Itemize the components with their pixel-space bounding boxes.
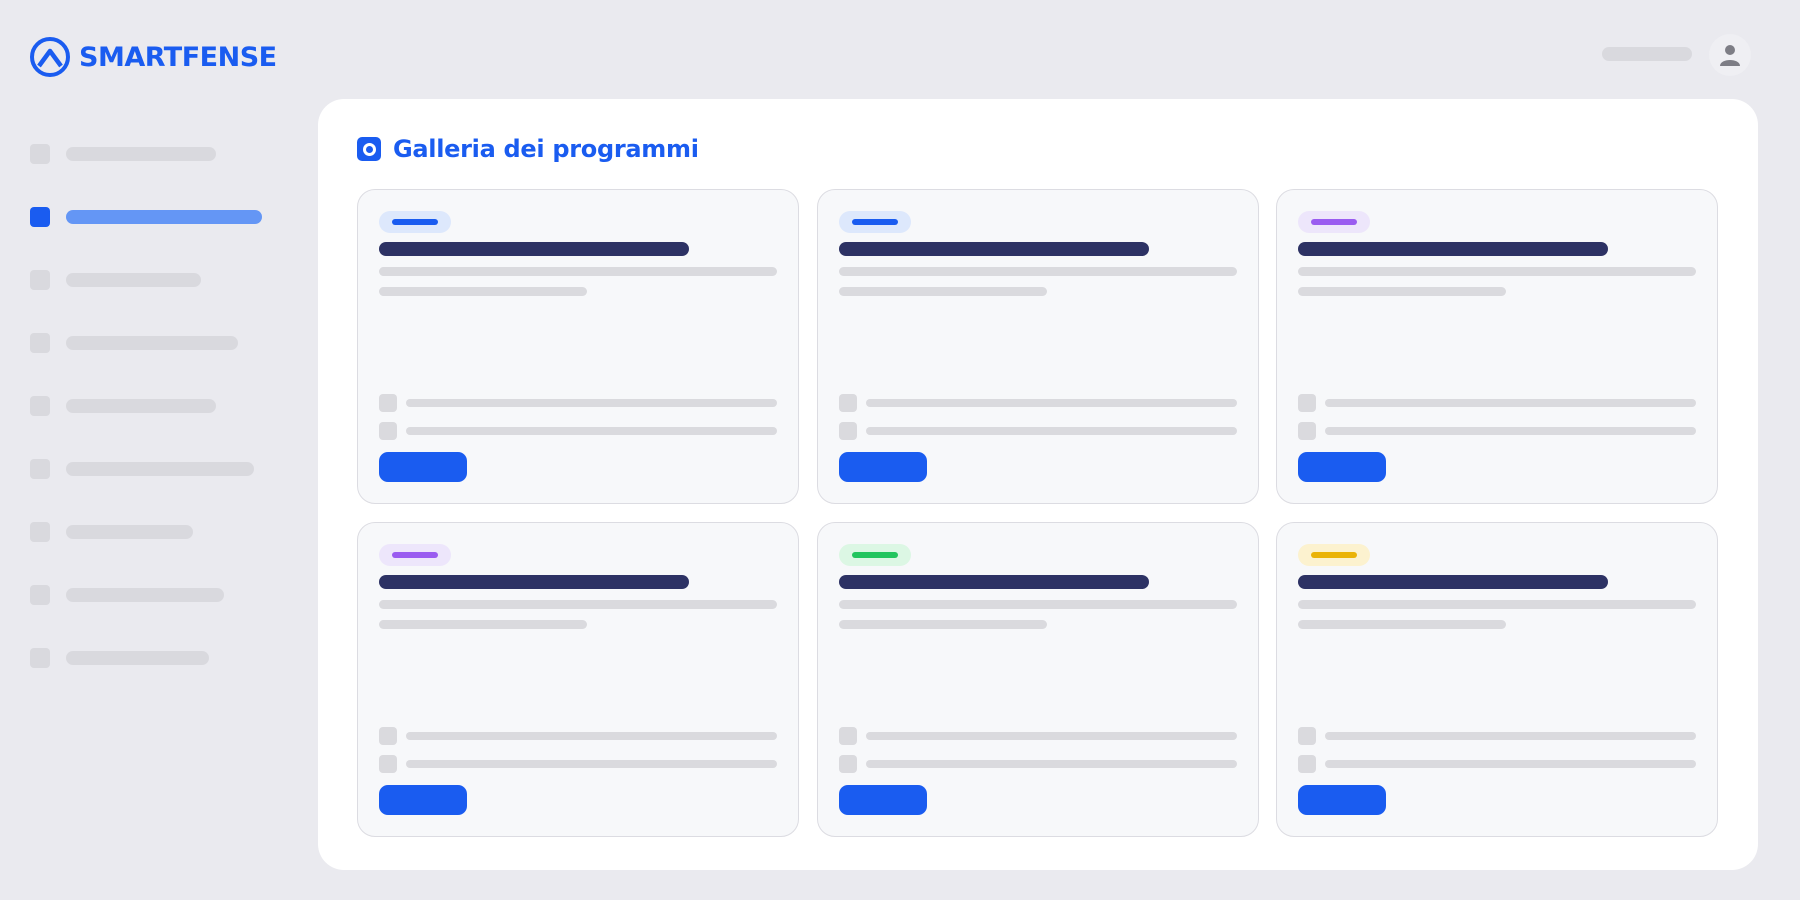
- card-action-button[interactable]: [379, 452, 467, 482]
- card-title-placeholder: [1298, 242, 1608, 256]
- card-description-placeholder: [379, 267, 777, 276]
- program-card[interactable]: [1276, 189, 1718, 504]
- sidebar-item-icon: [30, 459, 50, 479]
- sidebar-item-label-placeholder: [66, 210, 262, 224]
- feature-check-icon: [1298, 422, 1316, 440]
- card-title-placeholder: [1298, 575, 1608, 589]
- sidebar-item[interactable]: [30, 333, 238, 353]
- sidebar-item-label-placeholder: [66, 147, 216, 161]
- card-action-button[interactable]: [1298, 452, 1386, 482]
- program-card[interactable]: [817, 189, 1259, 504]
- feature-check-icon: [839, 755, 857, 773]
- gallery-icon: [357, 137, 381, 161]
- card-description-placeholder: [839, 287, 1047, 296]
- feature-check-icon: [1298, 394, 1316, 412]
- sidebar-item-icon: [30, 648, 50, 668]
- card-description-placeholder: [839, 600, 1237, 609]
- sidebar-item[interactable]: [30, 270, 201, 290]
- feature-check-icon: [379, 727, 397, 745]
- feature-check-icon: [379, 394, 397, 412]
- card-description-placeholder: [839, 620, 1047, 629]
- brand-logo[interactable]: SMARTFENSE: [29, 36, 277, 78]
- sidebar-item-icon: [30, 333, 50, 353]
- sidebar-item-label-placeholder: [66, 525, 193, 539]
- sidebar-item[interactable]: [30, 144, 216, 164]
- card-action-button[interactable]: [1298, 785, 1386, 815]
- card-description-placeholder: [1298, 600, 1696, 609]
- program-card[interactable]: [817, 522, 1259, 837]
- sidebar-item-icon: [30, 396, 50, 416]
- sidebar-item-label-placeholder: [66, 399, 216, 413]
- program-card[interactable]: [1276, 522, 1718, 837]
- card-action-button[interactable]: [839, 785, 927, 815]
- card-description-placeholder: [1298, 287, 1506, 296]
- card-action-button[interactable]: [379, 785, 467, 815]
- card-title-placeholder: [379, 242, 689, 256]
- feature-check-icon: [1298, 727, 1316, 745]
- category-tag: [1298, 544, 1370, 566]
- sidebar-item-label-placeholder: [66, 588, 224, 602]
- card-action-button[interactable]: [839, 452, 927, 482]
- card-description-placeholder: [379, 620, 587, 629]
- sidebar-item-label-placeholder: [66, 273, 201, 287]
- feature-check-icon: [1298, 755, 1316, 773]
- category-tag: [1298, 211, 1370, 233]
- card-title-placeholder: [839, 575, 1149, 589]
- sidebar-item-icon: [30, 144, 50, 164]
- category-tag: [379, 544, 451, 566]
- category-tag: [839, 211, 911, 233]
- card-title-placeholder: [839, 242, 1149, 256]
- card-description-placeholder: [379, 287, 587, 296]
- feature-check-icon: [839, 394, 857, 412]
- card-description-placeholder: [1298, 620, 1506, 629]
- smartfense-logo-icon: [30, 37, 70, 77]
- sidebar-item-icon: [30, 522, 50, 542]
- card-description-placeholder: [379, 600, 777, 609]
- feature-check-icon: [379, 755, 397, 773]
- card-description-placeholder: [839, 267, 1237, 276]
- user-name-placeholder: [1602, 47, 1692, 61]
- category-tag: [379, 211, 451, 233]
- page-title: Galleria dei programmi: [393, 135, 699, 163]
- sidebar-item-icon: [30, 207, 50, 227]
- sidebar-item-active[interactable]: [30, 207, 262, 227]
- sidebar-item-label-placeholder: [66, 336, 238, 350]
- program-card[interactable]: [357, 189, 799, 504]
- sidebar-item[interactable]: [30, 459, 254, 479]
- brand-name: SMARTFENSE: [79, 41, 277, 73]
- sidebar-item-icon: [30, 270, 50, 290]
- sidebar-item[interactable]: [30, 648, 209, 668]
- feature-check-icon: [839, 727, 857, 745]
- sidebar-item-label-placeholder: [66, 651, 209, 665]
- user-icon: [1720, 45, 1740, 66]
- card-description-placeholder: [1298, 267, 1696, 276]
- sidebar-item[interactable]: [30, 585, 224, 605]
- sidebar-item-label-placeholder: [66, 462, 254, 476]
- sidebar-item-icon: [30, 585, 50, 605]
- card-title-placeholder: [379, 575, 689, 589]
- page-header: Galleria dei programmi: [357, 135, 699, 163]
- feature-check-icon: [379, 422, 397, 440]
- main-panel: Galleria dei programmi: [318, 99, 1758, 870]
- sidebar-item[interactable]: [30, 522, 193, 542]
- category-tag: [839, 544, 911, 566]
- feature-check-icon: [839, 422, 857, 440]
- program-card[interactable]: [357, 522, 799, 837]
- sidebar-item[interactable]: [30, 396, 216, 416]
- user-avatar[interactable]: [1709, 34, 1751, 76]
